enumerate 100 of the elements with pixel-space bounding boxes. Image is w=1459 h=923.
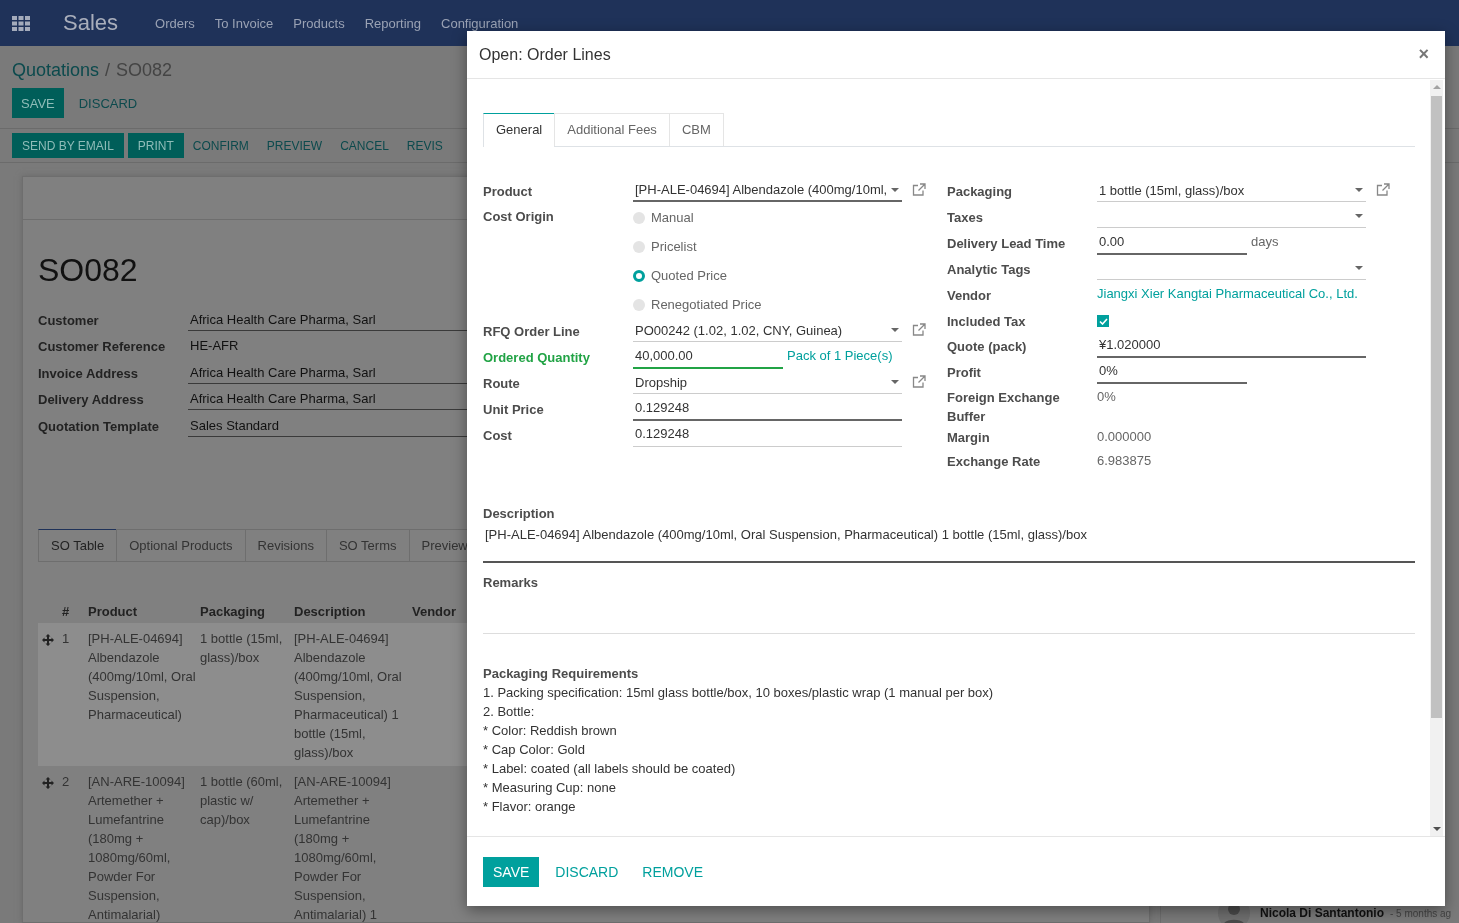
- save-button[interactable]: SAVE: [12, 88, 64, 118]
- field-label: Cost Origin: [483, 208, 555, 226]
- section-label: Description: [483, 505, 556, 523]
- table-cell-text: 1: [62, 629, 71, 648]
- select-field[interactable]: PO00242 (1.02, 1.02, CNY, Guinea): [633, 319, 902, 342]
- vendor-link[interactable]: Jiangxi Xier Kangtai Pharmaceutical Co., Ltd.: [1097, 283, 1358, 305]
- field-label: Vendor: [947, 287, 993, 305]
- input-field[interactable]: 0.129248: [633, 397, 902, 421]
- radio-label[interactable]: Renegotiated Price: [651, 297, 762, 312]
- unit-link[interactable]: Pack of 1 Piece(s): [783, 345, 893, 367]
- menu-item[interactable]: Orders: [155, 15, 195, 31]
- field-value: HE-AFR: [189, 337, 240, 356]
- unit-label: days: [1250, 233, 1279, 251]
- column-header: Vendor: [412, 602, 458, 621]
- column-header: #: [62, 602, 71, 621]
- external-link-icon[interactable]: [912, 183, 926, 196]
- discard-button[interactable]: DISCARD: [555, 856, 619, 887]
- radio-button[interactable]: [633, 211, 645, 224]
- field-label: Invoice Address: [38, 365, 139, 381]
- radio-button[interactable]: [633, 240, 645, 253]
- select-field[interactable]: Dropship: [633, 371, 902, 394]
- breadcrumb-separator: /: [105, 59, 111, 82]
- column-header: Product: [88, 602, 139, 621]
- external-link-icon[interactable]: [912, 375, 926, 388]
- caret-icon[interactable]: [891, 380, 899, 384]
- external-link-icon[interactable]: [912, 323, 926, 336]
- caret-icon[interactable]: [1355, 266, 1363, 270]
- text-line: * Cap Color: Gold: [483, 741, 586, 759]
- field-label: Product: [483, 183, 534, 201]
- caret-icon[interactable]: [891, 328, 899, 332]
- radio-label[interactable]: Quoted Price: [651, 268, 727, 283]
- field-label: Profit: [947, 364, 982, 382]
- menu-item[interactable]: Reporting: [364, 15, 421, 31]
- select-field[interactable]: [PH-ALE-04694] Albendazole (400mg/10ml,: [633, 179, 902, 202]
- field-label: Delivery Address: [38, 392, 145, 408]
- field-label: Delivery Lead Time: [947, 235, 1067, 253]
- radio-button[interactable]: [633, 269, 645, 282]
- caret-icon[interactable]: [891, 187, 899, 192]
- field-value: 0%: [1097, 388, 1116, 406]
- text-line: * Measuring Cup: none: [483, 779, 617, 797]
- field-label: Included Tax: [947, 313, 1027, 331]
- field-label: Foreign Exchange Buffer: [947, 389, 1061, 426]
- table-cell-text: 1 bottle (15ml, glass)/box: [200, 629, 284, 667]
- field-label: Quote (pack): [947, 338, 1028, 356]
- menu-item[interactable]: Configuration: [441, 15, 519, 31]
- record-title: SO082: [38, 252, 138, 288]
- remove-button[interactable]: REMOVE: [642, 856, 703, 887]
- text-line: * Color: Reddish brown: [483, 722, 618, 740]
- radio-label[interactable]: Manual: [651, 210, 694, 225]
- text-line: * Flavor: orange: [483, 798, 577, 816]
- field-value: 6.983875: [1097, 452, 1152, 470]
- radio-button[interactable]: [633, 298, 645, 311]
- scrollbar[interactable]: [1430, 80, 1443, 836]
- external-link-icon[interactable]: [1376, 183, 1390, 196]
- message-author: Nicola Di Santantonio: [1260, 906, 1384, 920]
- table-cell-text: 1 bottle (60ml, plastic w/ cap)/box: [200, 772, 284, 829]
- radio-label[interactable]: Pricelist: [651, 239, 697, 254]
- table-cell-text: [AN-ARE-10094] Artemether + Lumefantrine (180mg + 1080mg/60ml, Powder For Suspension, Antimalarial): [88, 772, 186, 923]
- field-label: Packaging: [947, 183, 1014, 201]
- section-label: Remarks: [483, 574, 539, 592]
- action-button[interactable]: PRINT: [127, 133, 184, 158]
- tab[interactable]: General: [483, 113, 556, 147]
- checkbox[interactable]: [1097, 315, 1109, 327]
- menu-item[interactable]: To Invoice: [214, 15, 274, 31]
- table-cell-text: [AN-ARE-10094] Artemether + Lumefantrine (180mg + 1080mg/60ml, Powder For Suspension, Antimalarial) 1: [294, 772, 392, 923]
- move-handle-icon[interactable]: [42, 776, 54, 789]
- tab[interactable]: CBM: [668, 113, 724, 146]
- text-line: 2. Bottle:: [483, 703, 536, 721]
- input-field[interactable]: 0%: [1097, 360, 1247, 384]
- field-value: 0.000000: [1097, 428, 1152, 446]
- save-button[interactable]: SAVE: [483, 856, 540, 887]
- menu-item[interactable]: Products: [293, 15, 345, 31]
- move-handle-icon[interactable]: [42, 633, 54, 646]
- column-header: Packaging: [200, 602, 267, 621]
- close-button[interactable]: ×: [1414, 44, 1433, 65]
- table-cell-text: 2: [62, 772, 71, 791]
- field-label: Taxes: [947, 209, 984, 227]
- field-label: Quotation Template: [38, 418, 161, 434]
- field-label: Customer: [38, 312, 100, 328]
- tab[interactable]: SO Table: [38, 528, 118, 561]
- text-line: 1. Packing specification: 15ml glass bottle/box, 10 boxes/plastic wrap (1 manual per box): [483, 684, 995, 702]
- input-field[interactable]: 40,000.00: [633, 345, 783, 369]
- action-button[interactable]: SEND BY EMAIL: [12, 133, 124, 158]
- input-field[interactable]: 0.129248: [633, 423, 902, 447]
- field-label: Margin: [947, 429, 991, 447]
- table-cell-text: [PH-ALE-04694] Albendazole (400mg/10ml, Oral Suspension, Pharmaceutical) 1 bottle (15ml, glass)/box: [294, 629, 403, 762]
- input-field[interactable]: ¥1.020000: [1097, 334, 1366, 358]
- input-field[interactable]: 0.00: [1097, 231, 1247, 255]
- tab[interactable]: Additional Fees: [554, 113, 670, 146]
- column-header: Description: [294, 602, 367, 621]
- select-field[interactable]: 1 bottle (15ml, glass)/box: [1097, 179, 1366, 202]
- caret-icon[interactable]: [1355, 214, 1363, 218]
- dialog-title: Open: Order Lines: [479, 45, 611, 64]
- description-field[interactable]: [PH-ALE-04694] Albendazole (400mg/10ml, Oral Suspension, Pharmaceutical) 1 bottle (15ml, glass)/box: [483, 523, 1415, 563]
- field-label: Exchange Rate: [947, 453, 1042, 471]
- apps-menu-icon[interactable]: [12, 15, 30, 31]
- text-line: * Label: coated (all labels should be coated): [483, 760, 737, 778]
- field-label: Analytic Tags: [947, 261, 1032, 279]
- caret-icon[interactable]: [1355, 188, 1363, 192]
- field-label: Customer Reference: [38, 339, 167, 355]
